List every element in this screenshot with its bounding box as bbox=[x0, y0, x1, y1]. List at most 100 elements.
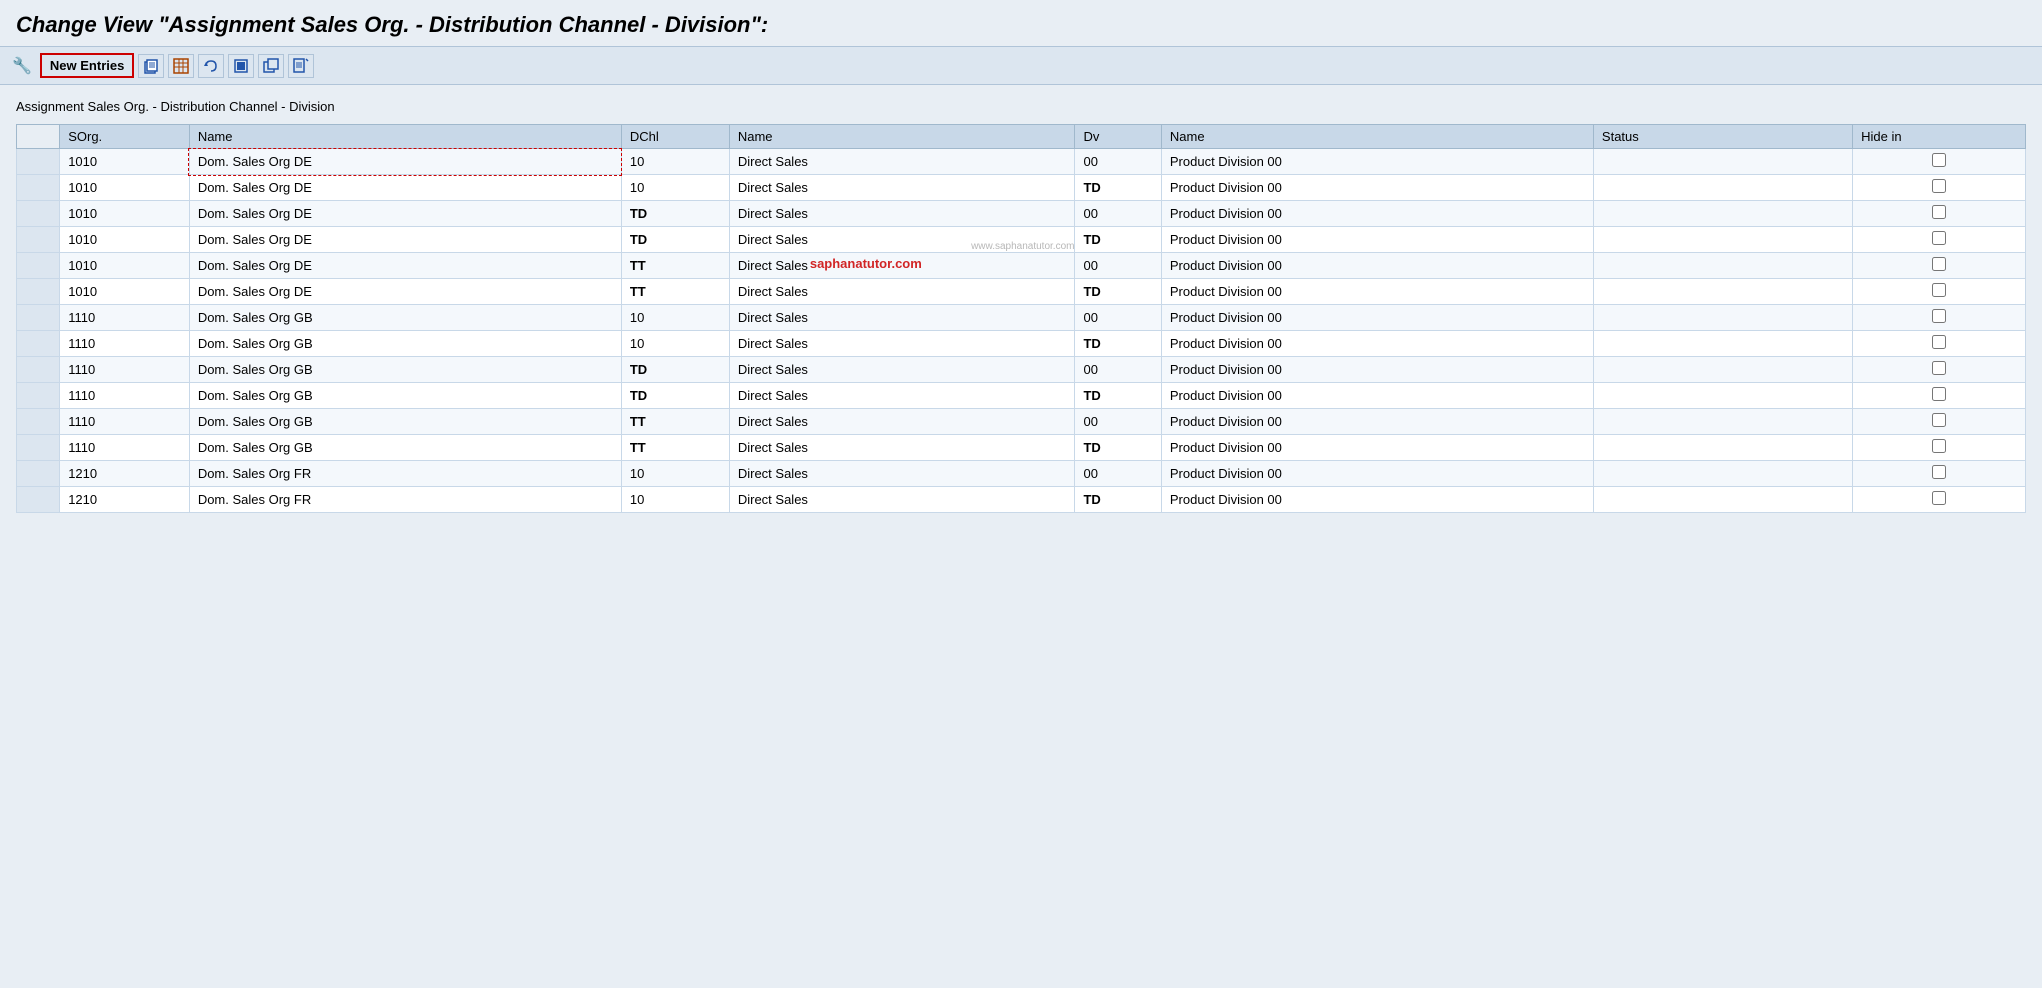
hidein-checkbox[interactable] bbox=[1932, 257, 1946, 271]
cell-sorg: 1110 bbox=[60, 435, 190, 461]
cell-name3: Product Division 00 bbox=[1161, 201, 1593, 227]
cell-sorg: 1010 bbox=[60, 279, 190, 305]
select-all-icon bbox=[233, 58, 249, 74]
cell-name1: Dom. Sales Org GB bbox=[189, 357, 621, 383]
hidein-checkbox[interactable] bbox=[1932, 153, 1946, 167]
cell-name3: Product Division 00 bbox=[1161, 409, 1593, 435]
cell-dchl: TD bbox=[621, 383, 729, 409]
cell-name1: Dom. Sales Org DE bbox=[189, 175, 621, 201]
cell-dv: TD bbox=[1075, 227, 1161, 253]
table-icon-btn[interactable] bbox=[168, 54, 194, 78]
deselect-icon-btn[interactable] bbox=[258, 54, 284, 78]
hidein-checkbox[interactable] bbox=[1932, 439, 1946, 453]
cell-hidein[interactable] bbox=[1853, 461, 2026, 487]
cell-name1: Dom. Sales Org DE bbox=[189, 201, 621, 227]
cell-name2: Direct Sales bbox=[729, 201, 1075, 227]
table-row: 1110Dom. Sales Org GB10Direct SalesTDPro… bbox=[17, 331, 2026, 357]
cell-sorg: 1010 bbox=[60, 227, 190, 253]
cell-dv: TD bbox=[1075, 487, 1161, 513]
table-row: 1110Dom. Sales Org GBTDDirect SalesTDPro… bbox=[17, 383, 2026, 409]
cell-hidein[interactable] bbox=[1853, 357, 2026, 383]
cell-sorg: 1210 bbox=[60, 461, 190, 487]
hidein-checkbox[interactable] bbox=[1932, 465, 1946, 479]
cell-name2: Direct Sales bbox=[729, 409, 1075, 435]
cell-hidein[interactable] bbox=[1853, 487, 2026, 513]
copy-icon bbox=[143, 58, 159, 74]
cell-name3: Product Division 00 bbox=[1161, 149, 1593, 175]
hidein-checkbox[interactable] bbox=[1932, 335, 1946, 349]
cell-dchl: 10 bbox=[621, 461, 729, 487]
row-selector-cell bbox=[17, 331, 60, 357]
cell-name3: Product Division 00 bbox=[1161, 227, 1593, 253]
col-header-dv: Dv bbox=[1075, 125, 1161, 149]
cell-name1: Dom. Sales Org DE bbox=[189, 279, 621, 305]
hidein-checkbox[interactable] bbox=[1932, 387, 1946, 401]
cell-name1: Dom. Sales Org GB bbox=[189, 331, 621, 357]
download-icon-btn[interactable] bbox=[288, 54, 314, 78]
cell-hidein[interactable] bbox=[1853, 201, 2026, 227]
cell-dv: 00 bbox=[1075, 201, 1161, 227]
cell-dchl: TD bbox=[621, 201, 729, 227]
hidein-checkbox[interactable] bbox=[1932, 413, 1946, 427]
row-selector-cell bbox=[17, 175, 60, 201]
cell-name1: Dom. Sales Org FR bbox=[189, 461, 621, 487]
row-selector-cell bbox=[17, 279, 60, 305]
cell-dv: 00 bbox=[1075, 305, 1161, 331]
cell-hidein[interactable] bbox=[1853, 383, 2026, 409]
toolbar: 🔧 New Entries bbox=[0, 46, 2042, 85]
row-selector-cell bbox=[17, 461, 60, 487]
hidein-checkbox[interactable] bbox=[1932, 179, 1946, 193]
cell-name1: Dom. Sales Org DE bbox=[189, 227, 621, 253]
copy-icon-btn[interactable] bbox=[138, 54, 164, 78]
cell-name2: Direct Sales bbox=[729, 279, 1075, 305]
hidein-checkbox[interactable] bbox=[1932, 361, 1946, 375]
table-row: 1010Dom. Sales Org DETTDirect Salessapha… bbox=[17, 253, 2026, 279]
cell-dchl: 10 bbox=[621, 331, 729, 357]
row-selector-cell bbox=[17, 149, 60, 175]
new-entries-button[interactable]: New Entries bbox=[40, 53, 134, 78]
cell-name2: Direct Sales bbox=[729, 487, 1075, 513]
cell-hidein[interactable] bbox=[1853, 435, 2026, 461]
cell-hidein[interactable] bbox=[1853, 305, 2026, 331]
table-row: 1110Dom. Sales Org GBTTDirect Sales00Pro… bbox=[17, 409, 2026, 435]
row-selector-cell bbox=[17, 357, 60, 383]
cell-name2: Direct Sales bbox=[729, 357, 1075, 383]
cell-name3: Product Division 00 bbox=[1161, 487, 1593, 513]
col-header-name2: Name bbox=[729, 125, 1075, 149]
cell-name3: Product Division 00 bbox=[1161, 357, 1593, 383]
cell-status bbox=[1593, 305, 1852, 331]
cell-hidein[interactable] bbox=[1853, 175, 2026, 201]
col-header-selector bbox=[17, 125, 60, 149]
cell-hidein[interactable] bbox=[1853, 149, 2026, 175]
cell-dv: 00 bbox=[1075, 461, 1161, 487]
deselect-icon bbox=[263, 58, 279, 74]
table-row: 1110Dom. Sales Org GBTDDirect Sales00Pro… bbox=[17, 357, 2026, 383]
cell-name2: Direct Sales bbox=[729, 331, 1075, 357]
cell-name2: Direct Sales bbox=[729, 175, 1075, 201]
hidein-checkbox[interactable] bbox=[1932, 231, 1946, 245]
hidein-checkbox[interactable] bbox=[1932, 491, 1946, 505]
col-header-dchl: DChl bbox=[621, 125, 729, 149]
hidein-checkbox[interactable] bbox=[1932, 205, 1946, 219]
cell-dv: TD bbox=[1075, 175, 1161, 201]
cell-hidein[interactable] bbox=[1853, 331, 2026, 357]
table-row: 1010Dom. Sales Org DETTDirect SalesTDPro… bbox=[17, 279, 2026, 305]
cell-status bbox=[1593, 149, 1852, 175]
row-selector-cell bbox=[17, 201, 60, 227]
undo-icon-btn[interactable] bbox=[198, 54, 224, 78]
select-all-icon-btn[interactable] bbox=[228, 54, 254, 78]
table-header-row: SOrg. Name DChl Name Dv Name Status Hide… bbox=[17, 125, 2026, 149]
cell-hidein[interactable] bbox=[1853, 279, 2026, 305]
cell-hidein[interactable] bbox=[1853, 409, 2026, 435]
hidein-checkbox[interactable] bbox=[1932, 309, 1946, 323]
hidein-checkbox[interactable] bbox=[1932, 283, 1946, 297]
cell-hidein[interactable] bbox=[1853, 227, 2026, 253]
cell-sorg: 1010 bbox=[60, 201, 190, 227]
cell-status bbox=[1593, 487, 1852, 513]
cell-name3: Product Division 00 bbox=[1161, 383, 1593, 409]
cell-dchl: TD bbox=[621, 227, 729, 253]
cell-hidein[interactable] bbox=[1853, 253, 2026, 279]
cell-status bbox=[1593, 383, 1852, 409]
row-selector-cell bbox=[17, 227, 60, 253]
cell-dv: TD bbox=[1075, 331, 1161, 357]
